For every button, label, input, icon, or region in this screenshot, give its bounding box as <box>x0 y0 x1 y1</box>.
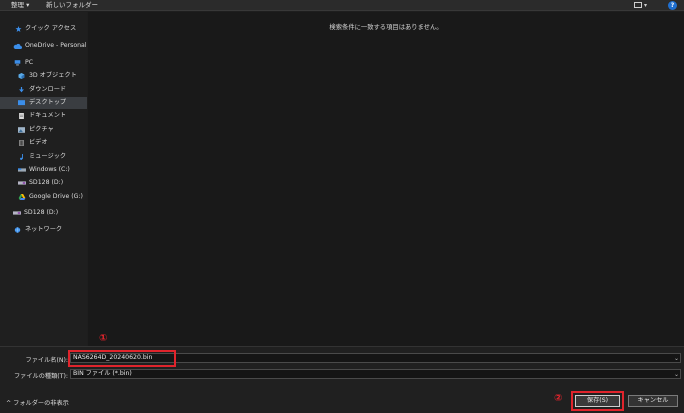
hide-folders-toggle[interactable]: ^ フォルダーの非表示 <box>6 398 69 407</box>
chevron-down-icon: ▾ <box>644 2 648 9</box>
sidebar-item-documents[interactable]: ドキュメント <box>0 110 87 122</box>
desktop-icon <box>18 100 25 106</box>
google-drive-icon <box>18 194 26 200</box>
save-highlight-box <box>571 391 624 411</box>
sidebar-item-label: ダウンロード <box>29 86 67 93</box>
star-icon <box>15 26 22 32</box>
sidebar-item-music[interactable]: ミュージック <box>0 151 87 163</box>
sidebar-item-network[interactable]: ネットワーク <box>0 224 87 236</box>
sidebar-item-windows-c[interactable]: Windows (C:) <box>0 164 87 176</box>
annotation-marker-2: ② <box>554 393 563 404</box>
sidebar-item-label: ネットワーク <box>25 226 63 233</box>
download-arrow-icon <box>19 87 24 93</box>
sidebar-item-label: OneDrive - Personal <box>25 42 87 49</box>
sidebar-item-label: PC <box>25 59 34 66</box>
sidebar-item-downloads[interactable]: ダウンロード <box>0 84 87 96</box>
filetype-label: ファイルの種類(T): <box>13 373 68 380</box>
sidebar-item-google-drive[interactable]: Google Drive (G:) <box>0 191 87 203</box>
film-icon <box>19 140 24 146</box>
sidebar-item-label: Google Drive (G:) <box>29 193 83 200</box>
cancel-button[interactable]: キャンセル <box>628 395 678 407</box>
sidebar-item-label: ピクチャ <box>29 126 54 133</box>
cloud-icon <box>13 43 22 49</box>
sidebar-item-label: デスクトップ <box>29 99 67 106</box>
annotation-marker-1: ① <box>99 333 108 344</box>
sidebar-item-sd128-d-root[interactable]: SD128 (D:) <box>0 207 87 219</box>
removable-drive-icon <box>18 181 26 185</box>
sidebar-item-sd128-d[interactable]: SD128 (D:) <box>0 177 87 189</box>
filetype-select[interactable]: BIN ファイル (*.bin) <box>70 369 681 379</box>
drive-icon <box>18 168 26 172</box>
view-grid-icon <box>634 2 642 8</box>
sidebar-item-3d-objects[interactable]: 3D オブジェクト <box>0 70 87 82</box>
sidebar-item-desktop[interactable]: デスクトップ <box>0 97 87 109</box>
sidebar-item-label: ドキュメント <box>29 112 67 119</box>
organize-button[interactable]: 整理 ▾ <box>11 0 29 11</box>
sidebar-item-label: 3D オブジェクト <box>29 72 77 79</box>
sidebar-item-label: Windows (C:) <box>29 166 70 173</box>
picture-icon <box>18 127 25 133</box>
sidebar-item-quick-access[interactable]: クイック アクセス <box>0 23 87 35</box>
filename-label: ファイル名(N): <box>25 357 68 364</box>
empty-results-message: 検索条件に一致する項目はありません。 <box>329 24 443 31</box>
new-folder-button[interactable]: 新しいフォルダー <box>46 0 98 11</box>
filename-dropdown-icon[interactable]: ⌄ <box>674 355 679 362</box>
sidebar-item-label: SD128 (D:) <box>24 209 59 216</box>
view-options-button[interactable]: ▾ <box>632 1 648 10</box>
sidebar-item-label: クイック アクセス <box>25 25 77 32</box>
removable-drive-icon <box>13 211 21 215</box>
filename-highlight-box <box>68 350 176 367</box>
sidebar-item-label: ビデオ <box>29 139 48 146</box>
navigation-pane: クイック アクセス OneDrive - Personal PC 3D オブジェ… <box>0 12 87 346</box>
filetype-dropdown-icon[interactable]: ⌄ <box>674 371 679 378</box>
sidebar-item-pc[interactable]: PC <box>0 57 87 69</box>
sidebar-item-pictures[interactable]: ピクチャ <box>0 124 87 136</box>
sidebar-item-label: SD128 (D:) <box>29 179 64 186</box>
sidebar-item-label: ミュージック <box>29 153 67 160</box>
music-note-icon <box>20 154 23 160</box>
help-button[interactable]: ? <box>668 1 677 10</box>
command-bar: 整理 ▾ 新しいフォルダー ▾ ? <box>0 0 684 11</box>
computer-icon <box>14 60 21 66</box>
document-icon <box>19 113 24 119</box>
sidebar-item-videos[interactable]: ビデオ <box>0 137 87 149</box>
file-list-pane[interactable]: 検索条件に一致する項目はありません。 <box>88 12 684 346</box>
sidebar-item-onedrive[interactable]: OneDrive - Personal <box>0 40 87 52</box>
network-icon <box>14 227 21 233</box>
cube-icon <box>18 73 25 79</box>
